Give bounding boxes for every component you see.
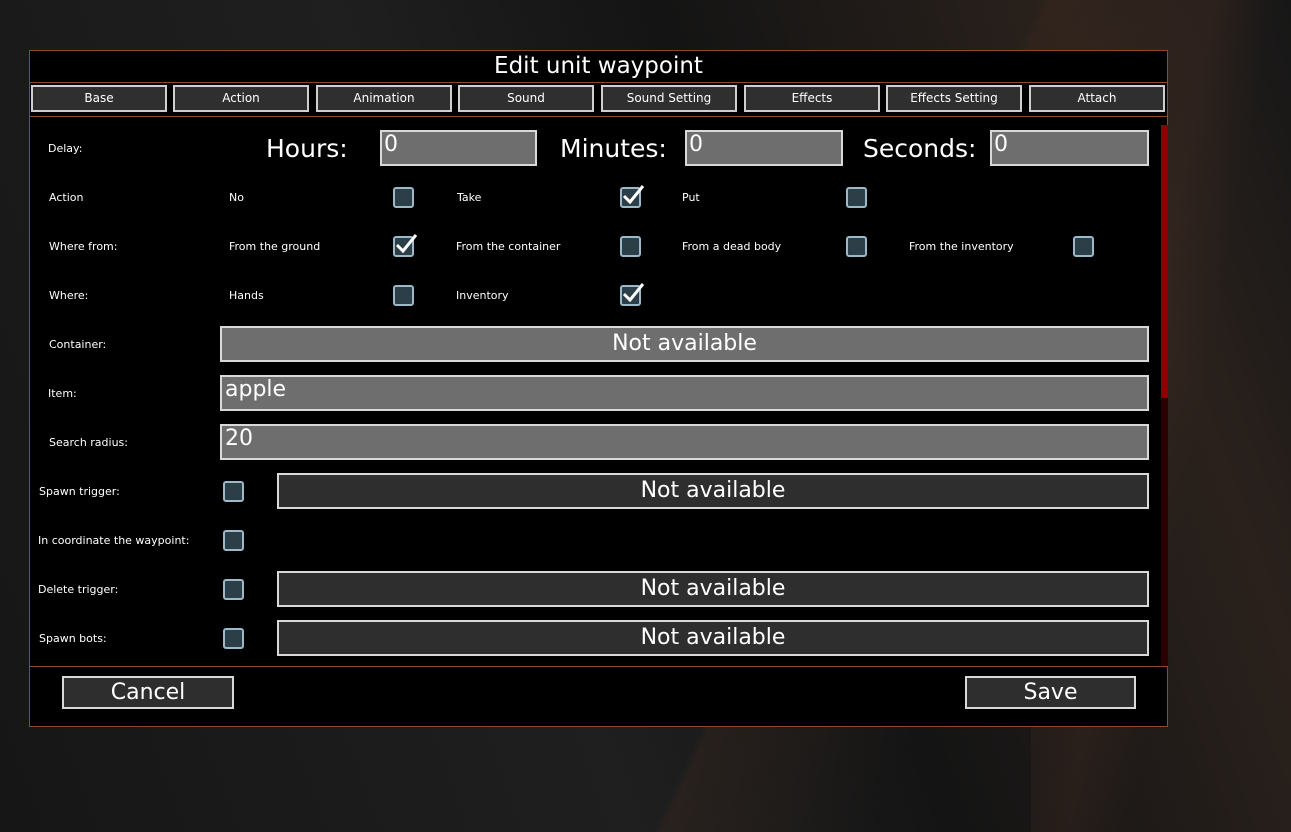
search-radius-input[interactable]: 20 — [220, 424, 1149, 460]
minutes-label: Minutes: — [560, 134, 667, 163]
from-dead-body-label: From a dead body — [682, 240, 782, 253]
seconds-label: Seconds: — [863, 134, 977, 163]
action-settings-panel: Delay: Hours: 0 Minutes: 0 Seconds: 0 Ac… — [30, 125, 1168, 667]
where-inventory-checkbox[interactable] — [620, 283, 645, 306]
action-put-label: Put — [682, 191, 700, 204]
where-from-label: Where from: — [49, 240, 118, 253]
tab-attach[interactable]: Attach — [1029, 85, 1165, 112]
where-label: Where: — [49, 289, 89, 302]
action-no-label: No — [229, 191, 244, 204]
search-radius-label: Search radius: — [49, 436, 128, 449]
tab-action[interactable]: Action — [173, 85, 309, 112]
tab-effects-setting[interactable]: Effects Setting — [886, 85, 1022, 112]
hours-input[interactable]: 0 — [380, 130, 537, 166]
action-no-checkbox[interactable] — [393, 187, 414, 208]
where-hands-label: Hands — [229, 289, 264, 302]
spawn-bots-field[interactable]: Not available — [277, 620, 1149, 656]
action-take-checkbox[interactable] — [620, 185, 645, 208]
checkmark-icon — [395, 234, 418, 254]
spawn-bots-checkbox[interactable] — [223, 628, 244, 649]
checkmark-icon — [622, 185, 645, 205]
spawn-bots-label: Spawn bots: — [39, 632, 107, 645]
delete-trigger-field[interactable]: Not available — [277, 571, 1149, 607]
save-button[interactable]: Save — [965, 676, 1136, 709]
delete-trigger-checkbox[interactable] — [223, 579, 244, 600]
seconds-input[interactable]: 0 — [990, 130, 1149, 166]
spawn-trigger-checkbox[interactable] — [223, 481, 244, 502]
from-container-label: From the container — [456, 240, 561, 253]
tab-bar: Base Action Animation Sound Sound Settin… — [30, 84, 1167, 117]
scrollbar-thumb[interactable] — [1161, 125, 1168, 398]
from-dead-body-checkbox[interactable] — [846, 236, 867, 257]
checkmark-icon — [622, 283, 645, 303]
tab-sound-setting[interactable]: Sound Setting — [601, 85, 737, 112]
delay-label: Delay: — [48, 142, 83, 155]
hours-label: Hours: — [266, 134, 348, 163]
spawn-trigger-label: Spawn trigger: — [39, 485, 120, 498]
action-label: Action — [49, 191, 84, 204]
from-ground-label: From the ground — [229, 240, 321, 253]
in-coordinate-label: In coordinate the waypoint: — [38, 534, 190, 547]
from-container-checkbox[interactable] — [620, 236, 641, 257]
action-put-checkbox[interactable] — [846, 187, 867, 208]
delete-trigger-label: Delete trigger: — [38, 583, 119, 596]
where-hands-checkbox[interactable] — [393, 285, 414, 306]
tab-effects[interactable]: Effects — [744, 85, 880, 112]
container-field[interactable]: Not available — [220, 326, 1149, 362]
from-ground-checkbox[interactable] — [393, 234, 418, 257]
action-take-label: Take — [457, 191, 482, 204]
edit-waypoint-dialog: Edit unit waypoint Base Action Animation… — [29, 50, 1168, 727]
minutes-input[interactable]: 0 — [685, 130, 843, 166]
item-label: Item: — [48, 387, 77, 400]
container-label: Container: — [49, 338, 107, 351]
item-input[interactable]: apple — [220, 375, 1149, 411]
from-inventory-label: From the inventory — [909, 240, 1014, 253]
tab-base[interactable]: Base — [31, 85, 167, 112]
vertical-scrollbar[interactable] — [1161, 125, 1168, 666]
in-coordinate-checkbox[interactable] — [223, 530, 244, 551]
where-inventory-label: Inventory — [456, 289, 509, 302]
cancel-button[interactable]: Cancel — [62, 676, 234, 709]
from-inventory-checkbox[interactable] — [1073, 236, 1094, 257]
tab-sound[interactable]: Sound — [458, 85, 594, 112]
spawn-trigger-field[interactable]: Not available — [277, 473, 1149, 509]
tab-animation[interactable]: Animation — [316, 85, 452, 112]
dialog-title: Edit unit waypoint — [30, 51, 1167, 83]
